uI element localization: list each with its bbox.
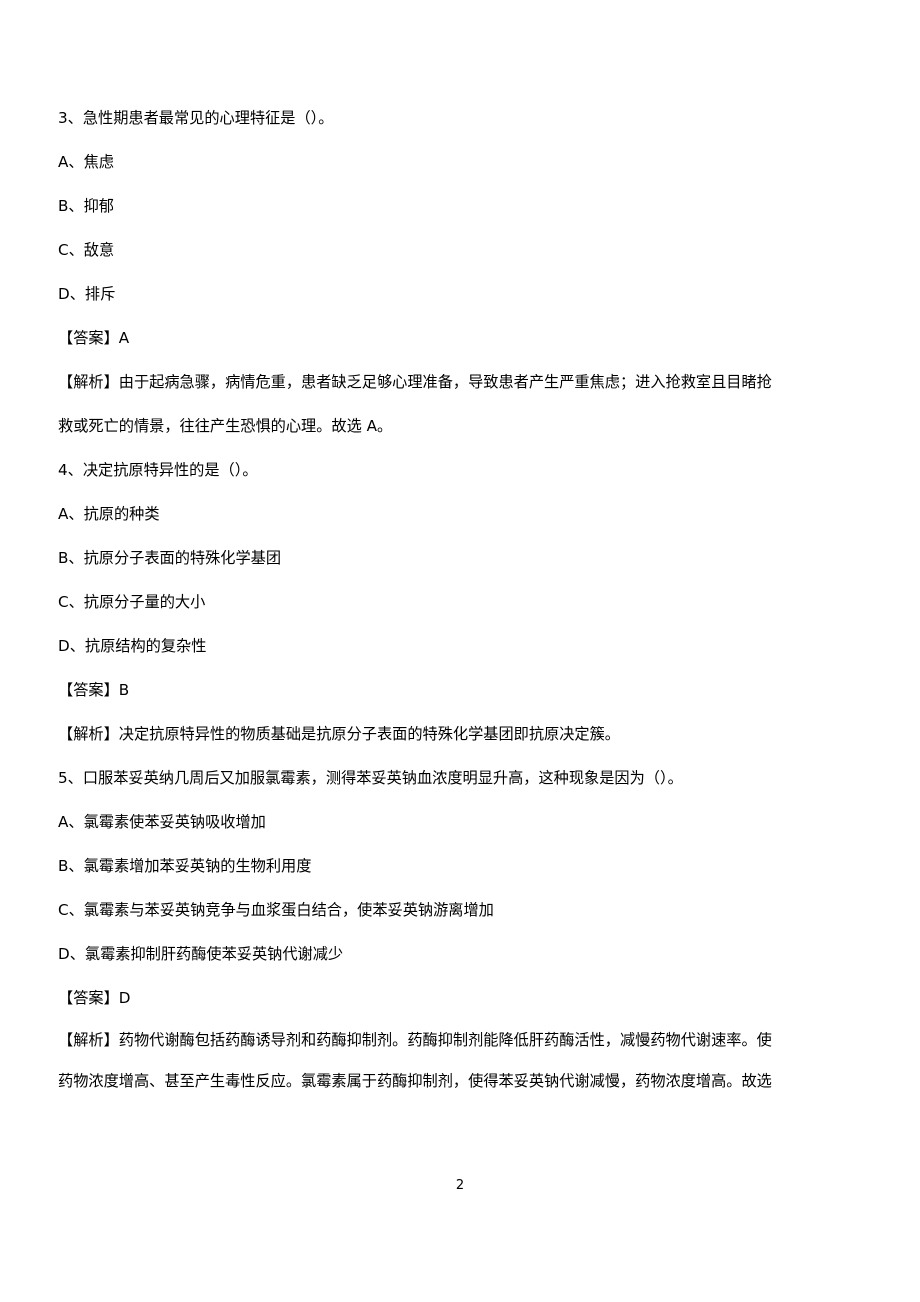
option-item: A、焦虑 (58, 153, 114, 171)
answer-line: 【答案】A (58, 329, 130, 347)
option-item: D、抗原结构的复杂性 (58, 637, 207, 655)
document-body: 3、急性期患者最常见的心理特征是（）。 A、焦虑 B、抑郁 C、敌意 D、排斥 … (58, 96, 864, 1102)
explanation-line: 【解析】由于起病急骤，病情危重，患者缺乏足够心理准备，导致患者产生严重焦虑；进入… (58, 373, 772, 391)
option-item: A、抗原的种类 (58, 505, 160, 523)
explanation-line: 药物浓度增高、甚至产生毒性反应。氯霉素属于药酶抑制剂，使得苯妥英钠代谢减慢，药物… (58, 1072, 772, 1090)
question-stem: 4、决定抗原特异性的是（）。 (58, 461, 258, 479)
option-item: A、氯霉素使苯妥英钠吸收增加 (58, 813, 266, 831)
option-item: B、抗原分子表面的特殊化学基团 (58, 549, 282, 567)
option-item: D、氯霉素抑制肝药酶使苯妥英钠代谢减少 (58, 945, 344, 963)
option-item: C、氯霉素与苯妥英钠竞争与血浆蛋白结合，使苯妥英钠游离增加 (58, 901, 494, 919)
explanation-line: 【解析】药物代谢酶包括药酶诱导剂和药酶抑制剂。药酶抑制剂能降低肝药酶活性，减慢药… (58, 1031, 772, 1049)
explanation-line: 【解析】决定抗原特异性的物质基础是抗原分子表面的特殊化学基团即抗原决定簇。 (58, 725, 620, 743)
answer-line: 【答案】B (58, 681, 130, 699)
option-item: B、氯霉素增加苯妥英钠的生物利用度 (58, 857, 312, 875)
explanation-line: 救或死亡的情景，往往产生恐惧的心理。故选 A。 (58, 417, 393, 435)
question-stem: 3、急性期患者最常见的心理特征是（）。 (58, 109, 334, 127)
option-item: C、抗原分子量的大小 (58, 593, 206, 611)
answer-line: 【答案】D (58, 989, 131, 1007)
option-item: D、排斥 (58, 285, 116, 303)
option-item: B、抑郁 (58, 197, 114, 215)
page-number: 2 (455, 1178, 465, 1193)
document-page: 3、急性期患者最常见的心理特征是（）。 A、焦虑 B、抑郁 C、敌意 D、排斥 … (0, 0, 920, 1302)
question-stem: 5、口服苯妥英纳几周后又加服氯霉素，测得苯妥英钠血浓度明显升高，这种现象是因为（… (58, 769, 683, 787)
option-item: C、敌意 (58, 241, 115, 259)
